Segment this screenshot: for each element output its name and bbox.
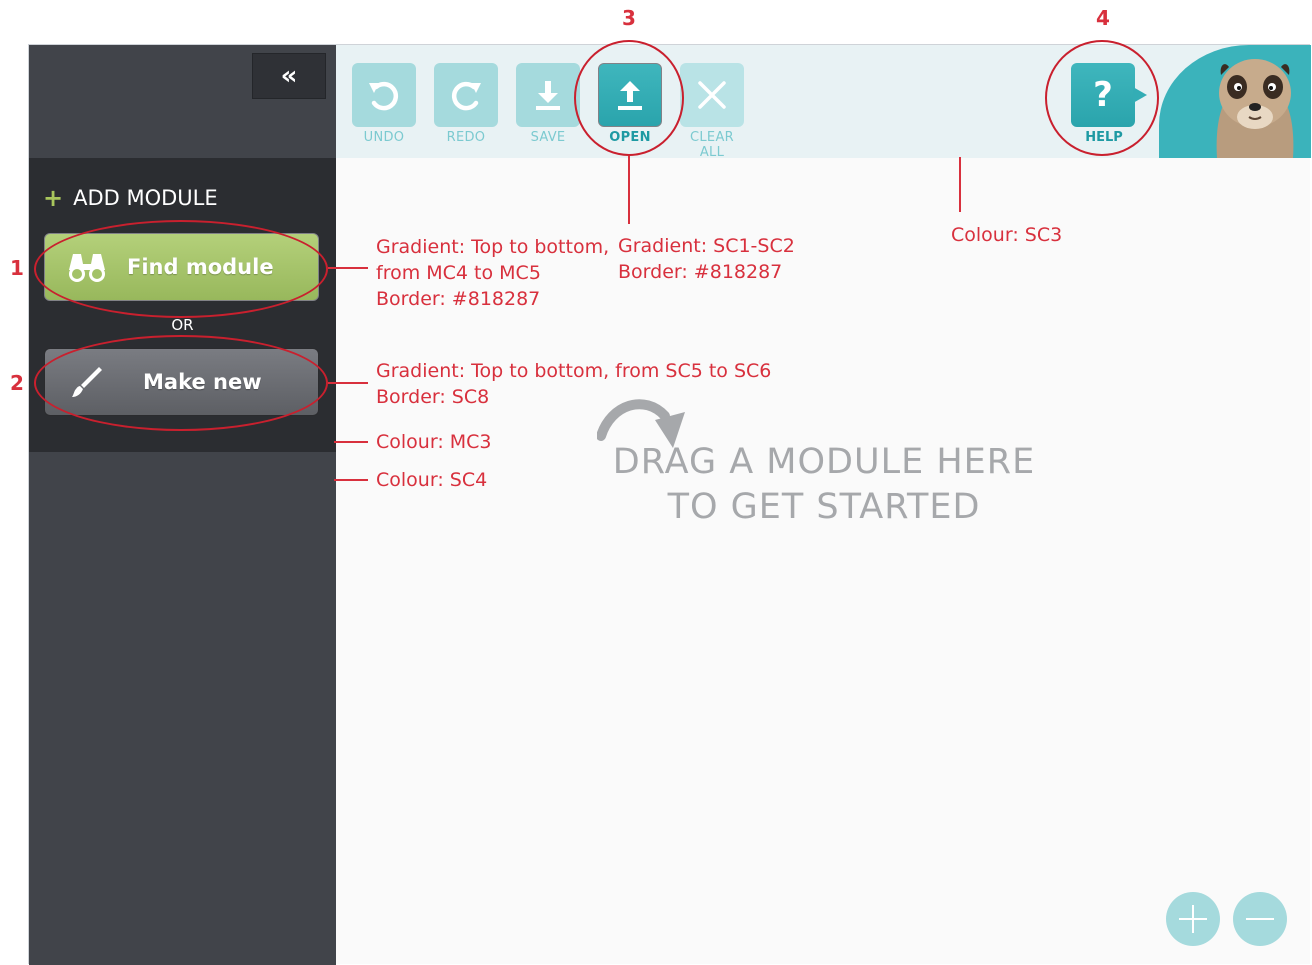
- or-separator: OR: [171, 316, 194, 334]
- annotation-leader-open: [628, 156, 630, 224]
- save-button[interactable]: SAVE: [516, 63, 580, 145]
- clear-all-label: CLEAR ALL: [690, 130, 734, 160]
- annotation-panel-spec: Colour: MC3: [376, 431, 492, 453]
- annotation-sidebar-spec: Colour: SC4: [376, 469, 488, 491]
- undo-label: UNDO: [363, 130, 405, 145]
- annotation-ellipse-make: [34, 335, 328, 431]
- annotation-line: Gradient: Top to bottom,: [376, 236, 610, 258]
- redo-label: REDO: [446, 130, 486, 145]
- annotation-line: Border: #818287: [376, 288, 541, 310]
- save-button-box: [516, 63, 580, 127]
- annotation-number-3: 3: [622, 6, 636, 30]
- sidebar: « + ADD MODULE Find module OR Make new: [29, 45, 336, 965]
- save-label: SAVE: [530, 130, 566, 145]
- annotation-ellipse-find: [34, 220, 328, 318]
- annotation-line: Border: #818287: [618, 261, 783, 283]
- redo-button-box: [434, 63, 498, 127]
- toolbar: UNDO REDO SAVE OPEN CLEAR ALL ? HELP: [336, 45, 1311, 160]
- annotation-leader-find: [328, 267, 368, 269]
- add-module-title: + ADD MODULE: [43, 184, 218, 212]
- drag-hint-line-1: DRAG A MODULE HERE: [612, 442, 1036, 482]
- meerkat-icon: [1216, 59, 1294, 158]
- meerkat-mascot: [1159, 45, 1311, 158]
- double-chevron-left-icon: «: [280, 61, 298, 91]
- annotation-make-new-spec: Gradient: Top to bottom, from SC5 to SC6…: [376, 358, 771, 410]
- redo-button[interactable]: REDO: [434, 63, 498, 145]
- undo-button[interactable]: UNDO: [352, 63, 416, 145]
- minus-icon: [1246, 918, 1274, 920]
- annotation-number-4: 4: [1096, 6, 1110, 30]
- drag-drop-hint: DRAG A MODULE HERE TO GET STARTED: [609, 440, 1039, 530]
- undo-button-box: [352, 63, 416, 127]
- annotation-number-2: 2: [10, 371, 24, 395]
- annotation-leader-toolbar: [959, 157, 961, 212]
- annotation-leader-panel: [334, 441, 368, 443]
- collapse-sidebar-button[interactable]: «: [252, 53, 326, 99]
- annotation-ellipse-open: [574, 40, 684, 156]
- undo-icon: [369, 81, 398, 111]
- annotation-find-module-spec: Gradient: Top to bottom, from MC4 to MC5…: [376, 234, 609, 312]
- redo-icon: [452, 81, 481, 111]
- sidebar-header: «: [29, 45, 336, 158]
- zoom-out-button[interactable]: [1233, 892, 1287, 946]
- download-icon: [536, 81, 560, 110]
- drag-hint-line-2: TO GET STARTED: [667, 487, 981, 527]
- close-icon: [698, 81, 726, 109]
- annotation-number-1: 1: [10, 256, 24, 280]
- annotation-line: Gradient: Top to bottom, from SC5 to SC6: [376, 360, 772, 382]
- annotation-line: Gradient: SC1-SC2: [618, 235, 795, 257]
- zoom-in-button[interactable]: [1166, 892, 1220, 946]
- annotation-line: Border: SC8: [376, 386, 490, 408]
- annotation-ellipse-help: [1045, 40, 1159, 156]
- app-window: « + ADD MODULE Find module OR Make new U…: [28, 44, 1311, 965]
- add-module-label: ADD MODULE: [73, 186, 218, 210]
- annotation-open-spec: Gradient: SC1-SC2 Border: #818287: [618, 233, 795, 285]
- clear-all-button[interactable]: CLEAR ALL: [680, 63, 744, 160]
- annotation-toolbar-spec: Colour: SC3: [951, 224, 1063, 246]
- plus-icon: [1179, 905, 1207, 933]
- annotation-leader-make: [328, 382, 368, 384]
- annotation-leader-sidebar: [334, 479, 368, 481]
- clear-all-button-box: [680, 63, 744, 127]
- plus-icon: +: [43, 184, 64, 212]
- annotation-line: from MC4 to MC5: [376, 262, 541, 284]
